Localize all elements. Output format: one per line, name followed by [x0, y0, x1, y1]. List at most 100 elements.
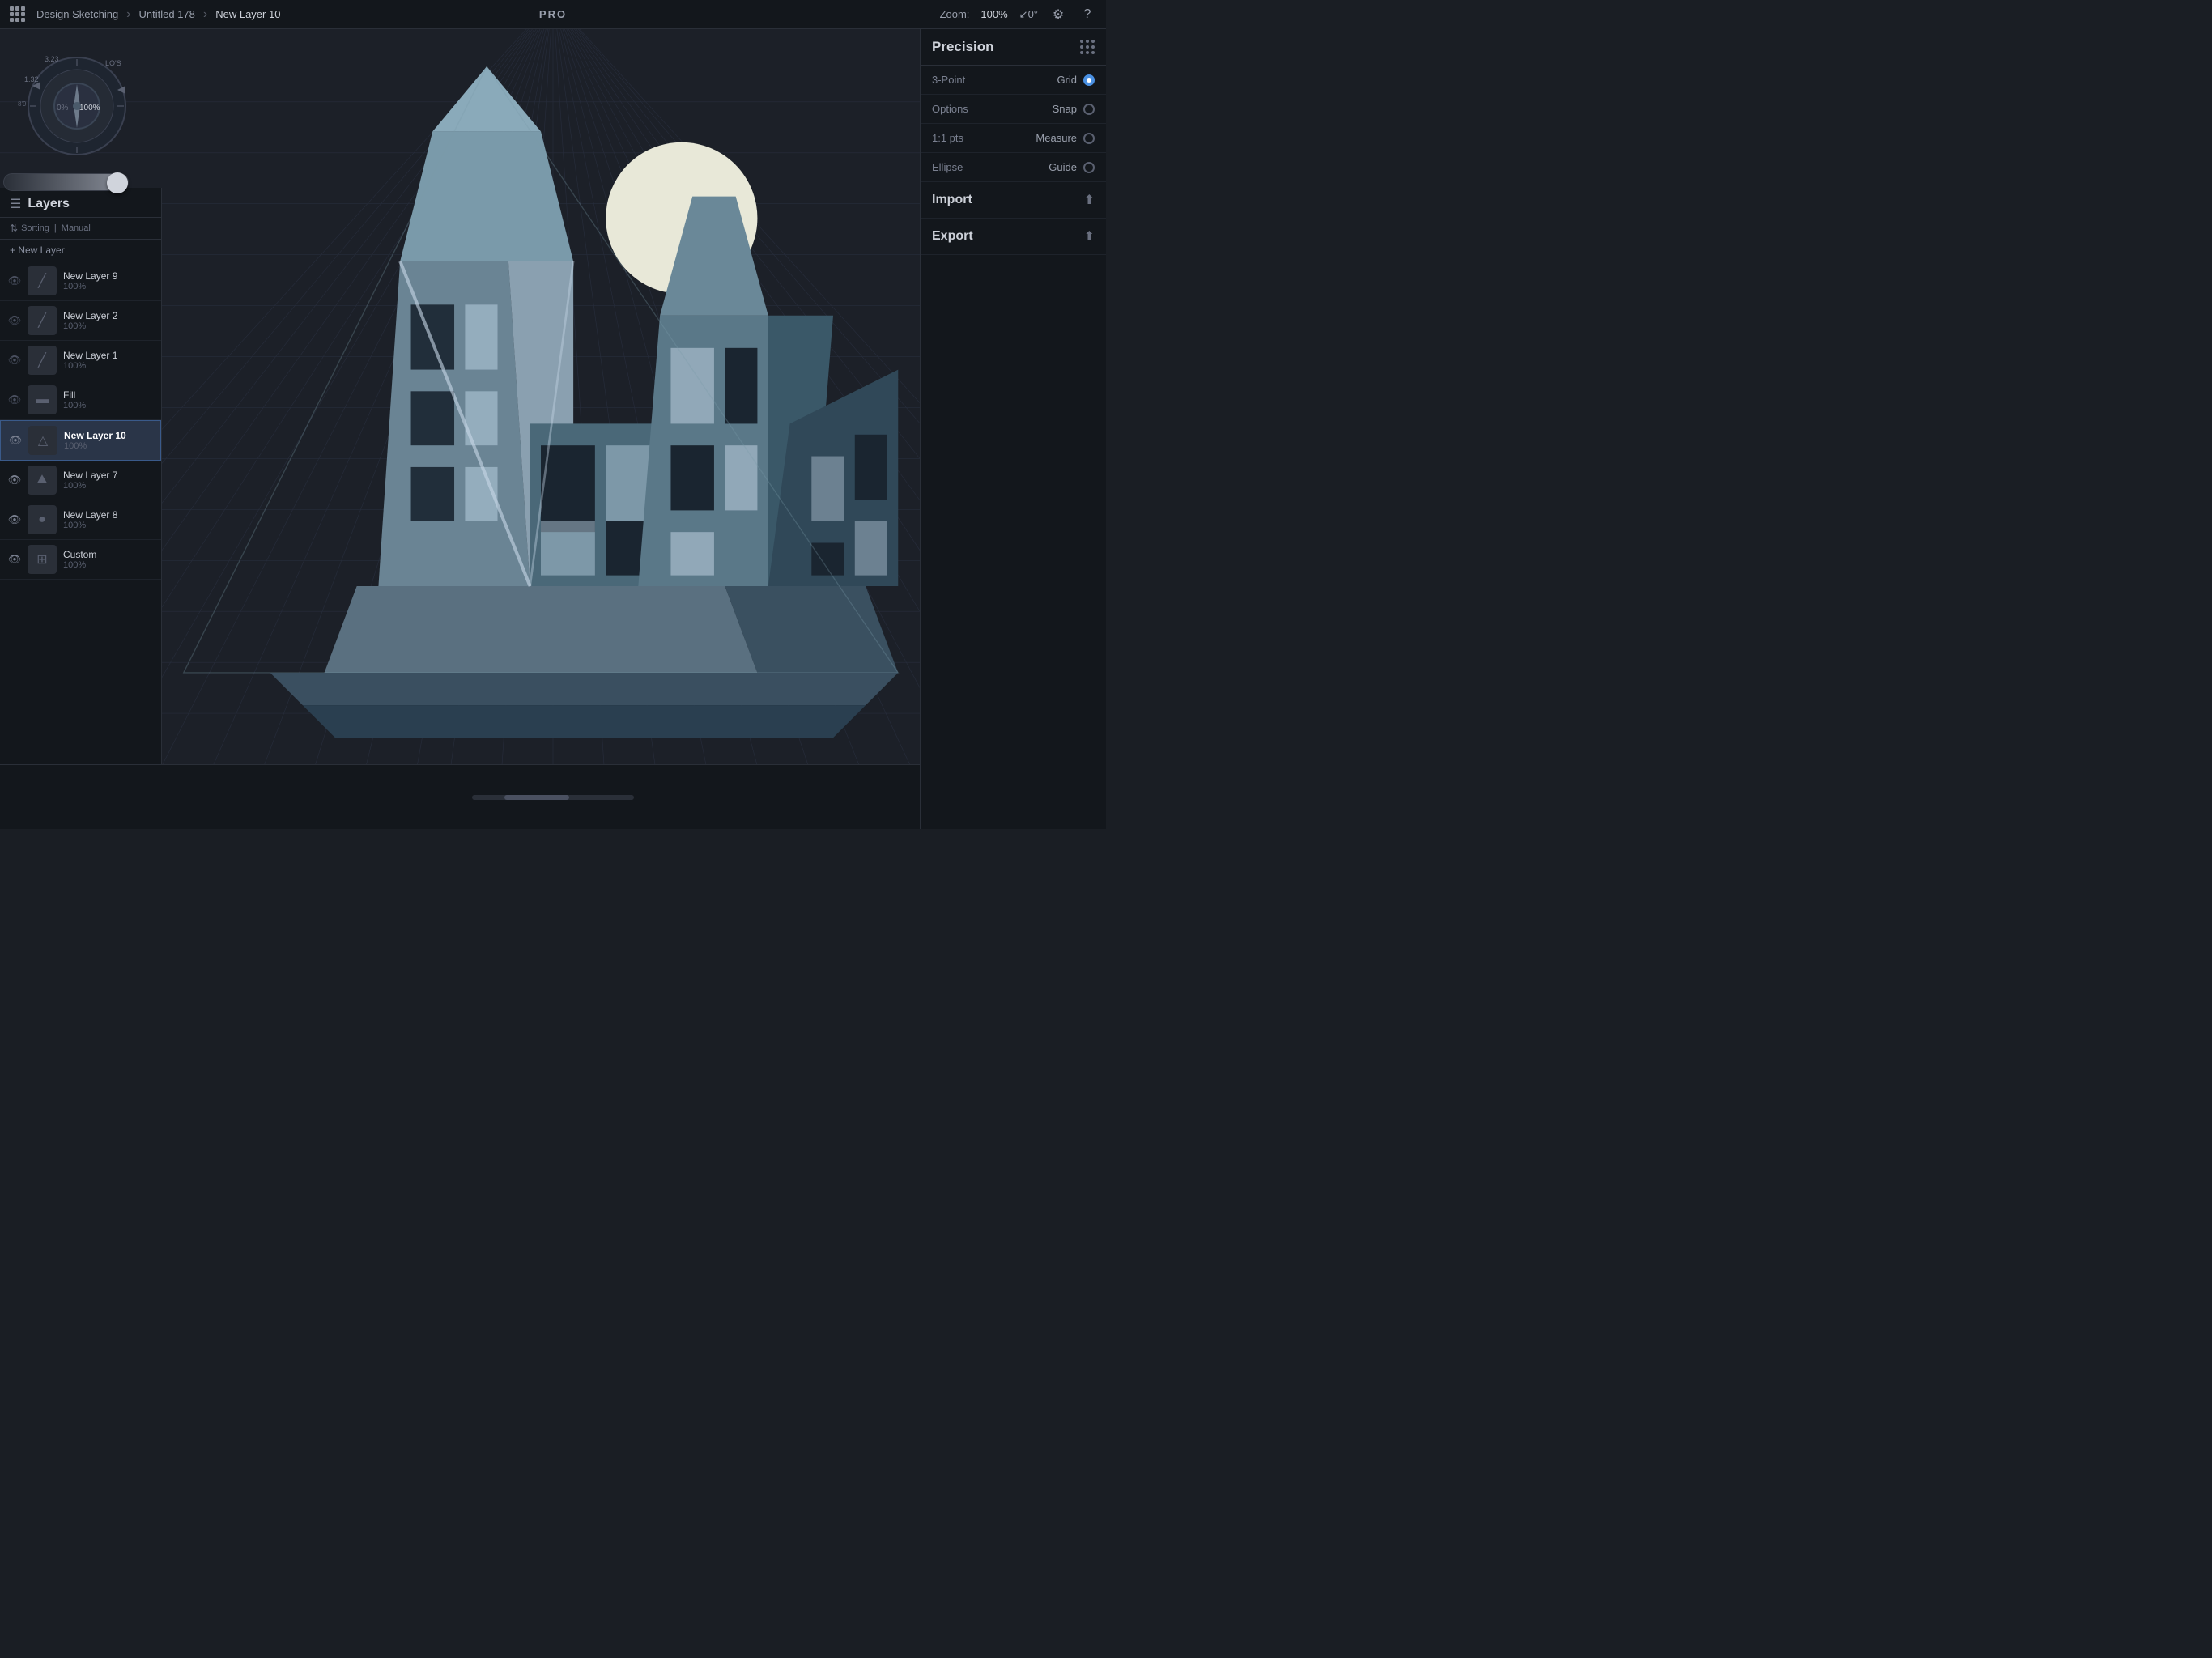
layers-sorting[interactable]: ⇅ Sorting | Manual — [0, 218, 161, 240]
breadcrumb-layer[interactable]: New Layer 10 — [215, 8, 280, 20]
layer-thumbnail: ╱ — [28, 306, 57, 335]
layer-item[interactable]: 👁 ● New Layer 8 100% — [0, 500, 161, 540]
precision-radio[interactable] — [1083, 162, 1095, 173]
precision-row-control[interactable]: Grid — [1057, 74, 1095, 86]
precision-row-value: Guide — [1049, 161, 1077, 173]
grid-dots-icon[interactable] — [1080, 40, 1095, 54]
layer-visibility-toggle[interactable]: 👁 — [7, 434, 23, 447]
svg-text:3.23: 3.23 — [45, 55, 59, 63]
export-button[interactable]: Export ⬆ — [921, 219, 1106, 255]
zoom-value: 100% — [981, 8, 1007, 20]
layer-thumbnail: ╱ — [28, 266, 57, 295]
layer-visibility-toggle[interactable]: 👁 — [6, 393, 23, 406]
layer-info: New Layer 8 100% — [63, 509, 155, 530]
layer-name: Fill — [63, 389, 155, 401]
layer-opacity: 100% — [63, 401, 155, 410]
layer-visibility-toggle[interactable]: 👁 — [6, 513, 23, 526]
layer-info: New Layer 9 100% — [63, 270, 155, 291]
topbar-left: Design Sketching › Untitled 178 › New La… — [10, 6, 940, 22]
layer-visibility-toggle[interactable]: 👁 — [6, 474, 23, 487]
layer-visibility-toggle[interactable]: 👁 — [6, 553, 23, 566]
layer-name: New Layer 1 — [63, 350, 155, 361]
new-layer-button[interactable]: + New Layer — [0, 240, 161, 261]
svg-text:100%: 100% — [79, 104, 100, 113]
layer-visibility-toggle[interactable]: 👁 — [6, 314, 23, 327]
layer-item[interactable]: 👁 ╱ New Layer 9 100% — [0, 261, 161, 301]
layer-name: New Layer 7 — [63, 470, 155, 481]
layer-visibility-toggle[interactable]: 👁 — [6, 354, 23, 367]
layer-opacity: 100% — [63, 560, 155, 570]
layer-item[interactable]: 👁 ⛰ New Layer 7 100% — [0, 461, 161, 500]
import-label: Import — [932, 193, 972, 207]
precision-header: Precision — [921, 39, 1106, 66]
app-menu-icon[interactable] — [10, 6, 25, 22]
help-button[interactable]: ? — [1078, 6, 1096, 23]
precision-row-2: 1:1 pts Measure — [921, 124, 1106, 153]
precision-row-value: Grid — [1057, 74, 1077, 86]
layer-thumbnail: ⊞ — [28, 545, 57, 574]
layer-thumbnail: ▬ — [28, 385, 57, 414]
precision-radio[interactable] — [1083, 104, 1095, 115]
svg-text:0%: 0% — [57, 104, 69, 113]
scrollbar-track[interactable] — [472, 795, 634, 800]
precision-row-value: Measure — [1036, 132, 1077, 144]
layers-header: ☰ Layers — [0, 188, 161, 218]
layers-title: Layers — [28, 197, 70, 211]
layer-item[interactable]: 👁 ⊞ Custom 100% — [0, 540, 161, 580]
layer-item[interactable]: 👁 ▬ Fill 100% — [0, 380, 161, 420]
pro-badge: PRO — [539, 8, 567, 20]
precision-row-control[interactable]: Measure — [1036, 132, 1095, 144]
svg-text:LO'S: LO'S — [105, 59, 121, 67]
precision-title: Precision — [932, 39, 994, 55]
artwork-canvas[interactable] — [162, 29, 920, 764]
layer-opacity: 100% — [63, 481, 155, 491]
layer-thumbnail: ● — [28, 505, 57, 534]
precision-radio[interactable] — [1083, 74, 1095, 86]
layer-item[interactable]: 👁 ╱ New Layer 1 100% — [0, 341, 161, 380]
settings-button[interactable]: ⚙ — [1049, 6, 1067, 23]
precision-rows: 3-Point Grid Options Snap 1:1 pts Measur… — [921, 66, 1106, 182]
layers-list: 👁 ╱ New Layer 9 100% 👁 ╱ New Layer 2 100… — [0, 261, 161, 764]
precision-row-label: Options — [932, 103, 968, 115]
precision-row-1: Options Snap — [921, 95, 1106, 124]
opacity-slider[interactable] — [3, 173, 129, 191]
layer-info: New Layer 7 100% — [63, 470, 155, 491]
precision-row-3: Ellipse Guide — [921, 153, 1106, 182]
topbar-right: Zoom: 100% ↙0° ⚙ ? — [940, 6, 1096, 23]
precision-row-0: 3-Point Grid — [921, 66, 1106, 95]
breadcrumb-file[interactable]: Untitled 178 — [139, 8, 195, 20]
export-label: Export — [932, 229, 973, 244]
layer-name: New Layer 10 — [64, 430, 154, 441]
precision-row-label: 3-Point — [932, 74, 965, 86]
compass-wheel[interactable]: 0% 100% 3.23 1.32 LO'S 8'9 — [16, 37, 130, 167]
layer-info: New Layer 10 100% — [64, 430, 154, 451]
import-button[interactable]: Import ⬆ — [921, 182, 1106, 219]
sort-icon: ⇅ — [10, 223, 18, 234]
layer-info: Custom 100% — [63, 549, 155, 570]
layer-opacity: 100% — [63, 521, 155, 530]
zoom-label: Zoom: — [940, 8, 970, 20]
layer-opacity: 100% — [63, 361, 155, 371]
layer-thumbnail: ⛰ — [28, 466, 57, 495]
sorting-label: Sorting — [21, 223, 49, 233]
zoom-angle: ↙0° — [1019, 8, 1038, 21]
precision-radio[interactable] — [1083, 133, 1095, 144]
opacity-slider-thumb[interactable] — [107, 172, 128, 193]
precision-row-control[interactable]: Snap — [1053, 103, 1095, 115]
layer-item[interactable]: 👁 △ New Layer 10 100% — [0, 420, 161, 461]
layer-info: New Layer 2 100% — [63, 310, 155, 331]
breadcrumb-app[interactable]: Design Sketching — [36, 8, 118, 20]
layer-item[interactable]: 👁 ╱ New Layer 2 100% — [0, 301, 161, 341]
layer-name: New Layer 2 — [63, 310, 155, 321]
layer-visibility-toggle[interactable]: 👁 — [6, 274, 23, 287]
layer-opacity: 100% — [64, 441, 154, 451]
precision-row-label: 1:1 pts — [932, 132, 963, 144]
precision-row-control[interactable]: Guide — [1049, 161, 1095, 173]
layer-thumbnail: △ — [28, 426, 57, 455]
topbar-center: PRO — [539, 8, 567, 20]
layers-menu-icon: ☰ — [10, 196, 21, 212]
breadcrumb-sep1: › — [126, 7, 130, 22]
layer-name: Custom — [63, 549, 155, 560]
svg-text:8'9: 8'9 — [18, 100, 27, 108]
scrollbar-thumb[interactable] — [504, 795, 569, 800]
